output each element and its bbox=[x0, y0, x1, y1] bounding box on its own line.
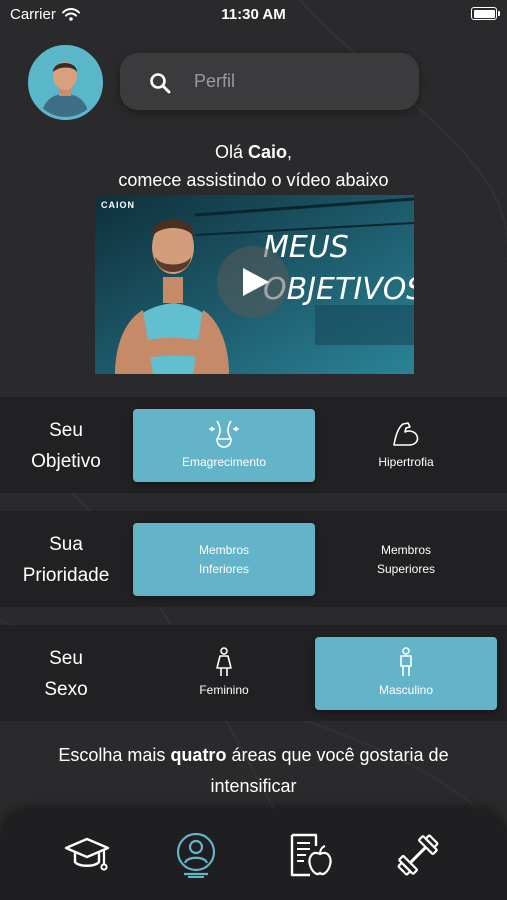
option-emagrecimento[interactable]: Emagrecimento bbox=[133, 409, 315, 482]
option-membros-inferiores[interactable]: Membros Inferiores bbox=[133, 523, 315, 596]
greeting-line-1: Olá Caio, bbox=[214, 142, 293, 162]
battery-icon bbox=[471, 7, 500, 20]
option-membros-superiores-line-1: Membros bbox=[380, 542, 431, 557]
instruction-text: Escolha mais quatro áreas que você gosta… bbox=[58, 745, 449, 796]
user-name: Caio bbox=[247, 142, 287, 162]
status-time: 11:30 AM bbox=[221, 6, 286, 23]
dumbbell-icon bbox=[397, 834, 439, 876]
graduation-cap-icon bbox=[64, 837, 110, 871]
avatar[interactable] bbox=[28, 45, 103, 120]
female-icon bbox=[216, 647, 232, 676]
option-masculino-label: Masculino bbox=[378, 683, 434, 697]
avatar-portrait bbox=[31, 48, 100, 117]
option-feminino[interactable]: Feminino bbox=[133, 637, 315, 710]
option-membros-superiores[interactable]: Membros Superiores bbox=[315, 523, 497, 596]
video-thumbnail[interactable]: CAION MEUS OBJETIVOS bbox=[95, 195, 414, 374]
option-membros-inferiores-line-1: Membros bbox=[198, 542, 249, 557]
option-emagrecimento-label: Emagrecimento bbox=[181, 455, 267, 469]
play-button[interactable] bbox=[217, 246, 289, 318]
instruction-emphasis: quatro bbox=[170, 745, 227, 765]
play-icon bbox=[243, 268, 269, 296]
nav-item-diet[interactable] bbox=[285, 830, 335, 880]
nav-item-courses[interactable] bbox=[62, 830, 112, 880]
section-prioridade: Sua Prioridade Membros Inferiores Membro… bbox=[0, 511, 507, 607]
bicep-icon bbox=[393, 422, 419, 446]
section-objetivo-label: Seu Objetivo bbox=[31, 420, 101, 472]
status-bar: Carrier 11:30 AM bbox=[0, 0, 507, 30]
option-membros-inferiores-line-2: Inferiores bbox=[198, 561, 250, 576]
search-icon bbox=[150, 73, 171, 94]
option-hipertrofia-label: Hipertrofia bbox=[378, 455, 434, 469]
option-hipertrofia[interactable]: Hipertrofia bbox=[315, 409, 497, 482]
option-membros-superiores-line-2: Superiores bbox=[376, 561, 436, 576]
nav-item-profile[interactable] bbox=[171, 830, 221, 880]
option-feminino-label: Feminino bbox=[199, 683, 249, 697]
search-input[interactable] bbox=[194, 53, 394, 110]
greeting: Olá Caio, comece assistindo o vídeo abai… bbox=[0, 138, 507, 194]
section-objetivo: Seu Objetivo Emagrecimento Hipertrofia bbox=[0, 397, 507, 493]
section-sexo-label: Seu Sexo bbox=[44, 648, 88, 700]
bottom-nav bbox=[0, 810, 507, 900]
waist-icon bbox=[209, 420, 239, 448]
nav-item-workouts[interactable] bbox=[393, 830, 443, 880]
male-icon bbox=[400, 647, 412, 676]
diet-document-icon bbox=[290, 833, 332, 877]
profile-icon bbox=[176, 832, 216, 878]
section-sexo: Seu Sexo Feminino Masculino bbox=[0, 625, 507, 721]
search-box[interactable] bbox=[120, 53, 419, 110]
video-brand: CAION bbox=[101, 200, 135, 210]
greeting-line-2: comece assistindo o vídeo abaixo bbox=[118, 170, 389, 190]
section-prioridade-label: Sua Prioridade bbox=[22, 534, 110, 586]
option-masculino[interactable]: Masculino bbox=[315, 637, 497, 710]
